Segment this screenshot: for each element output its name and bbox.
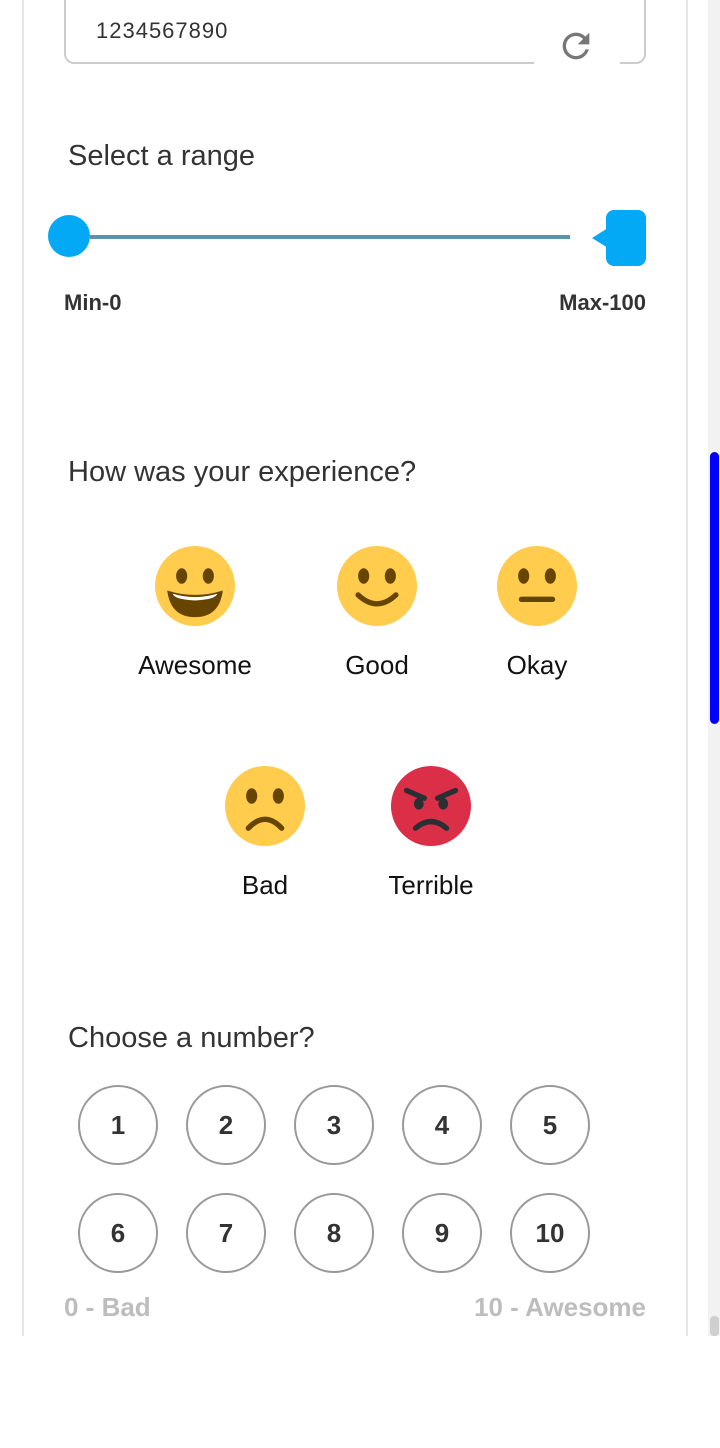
range-slider-min-handle[interactable] — [48, 215, 90, 257]
grinning-face-icon[interactable] — [155, 546, 235, 626]
number-option-button[interactable]: 3 — [294, 1085, 374, 1165]
experience-section-title: How was your experience? — [68, 456, 417, 488]
number-option-button[interactable]: 8 — [294, 1193, 374, 1273]
number-option-button[interactable]: 5 — [510, 1085, 590, 1165]
scrollbar-thumb[interactable] — [710, 452, 719, 724]
range-slider-max-handle[interactable] — [606, 210, 646, 266]
range-slider-track[interactable] — [90, 235, 570, 239]
range-max-label: Max-100 — [559, 290, 646, 315]
experience-option-label[interactable]: Awesome — [115, 650, 275, 681]
experience-option-label[interactable]: Terrible — [351, 870, 511, 901]
number-option-button[interactable]: 7 — [186, 1193, 266, 1273]
number-option-button[interactable]: 1 — [78, 1085, 158, 1165]
range-section-title: Select a range — [68, 140, 256, 172]
number-option-button[interactable]: 9 — [402, 1193, 482, 1273]
experience-option-label[interactable]: Okay — [457, 650, 617, 681]
number-scale-high-label: 10 - Awesome — [474, 1292, 646, 1322]
number-option-button[interactable]: 2 — [186, 1085, 266, 1165]
code-input-value[interactable]: 1234567890 — [96, 18, 228, 44]
container-left-border — [22, 0, 24, 1336]
number-option-button[interactable]: 4 — [402, 1085, 482, 1165]
range-min-label: Min-0 — [64, 290, 122, 315]
number-option-button[interactable]: 10 — [510, 1193, 590, 1273]
container-right-border — [686, 0, 688, 1336]
scrollbar-end — [710, 1316, 719, 1336]
refresh-icon[interactable] — [556, 26, 596, 66]
smiling-face-icon[interactable] — [337, 546, 417, 626]
experience-option-label[interactable]: Bad — [185, 870, 345, 901]
number-option-button[interactable]: 6 — [78, 1193, 158, 1273]
frowning-face-icon[interactable] — [225, 766, 305, 846]
experience-option-label[interactable]: Good — [297, 650, 457, 681]
feedback-page: 1234567890 Select a range Min-0 Max-100 … — [0, 0, 720, 1448]
angry-face-icon[interactable] — [391, 766, 471, 846]
neutral-face-icon[interactable] — [497, 546, 577, 626]
number-scale-low-label: 0 - Bad — [64, 1292, 151, 1322]
number-section-title: Choose a number? — [68, 1022, 315, 1054]
